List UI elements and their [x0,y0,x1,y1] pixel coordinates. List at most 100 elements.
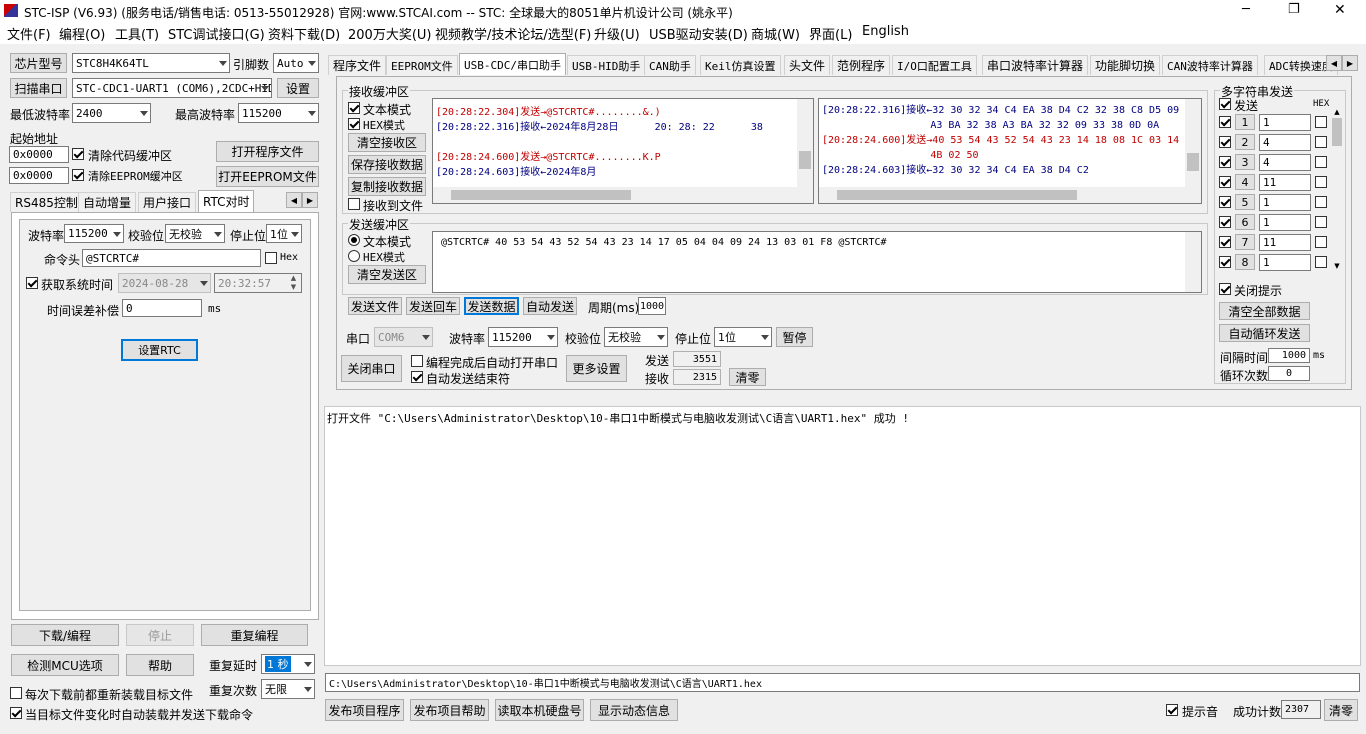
repeat-program-button[interactable]: 重复编程 [201,624,308,646]
close-tip-checkbox[interactable] [1219,283,1231,295]
multi-row-input[interactable]: 1 [1259,214,1311,231]
open-program-file-button[interactable]: 打开程序文件 [216,141,319,162]
multi-row-input[interactable]: 11 [1259,174,1311,191]
pin-count-select[interactable]: Auto [273,53,319,73]
auto-loop-send-button[interactable]: 自动循环发送 [1219,324,1310,342]
tab-header-file[interactable]: 头文件 [784,55,831,75]
menu-video[interactable]: 视频教学/技术论坛/选型(F) [435,24,591,43]
log-area[interactable]: 打开文件 "C:\Users\Administrator\Desktop\10-… [324,406,1361,666]
pause-button[interactable]: 暂停 [776,327,813,347]
send-text-mode-radio[interactable] [348,234,360,246]
multi-row-send-button[interactable]: 3 [1235,154,1255,170]
menu-ui[interactable]: 界面(L) [809,24,852,43]
publish-help-button[interactable]: 发布项目帮助 [410,699,489,721]
main-tab-scroll-right-icon[interactable]: ▶ [1342,55,1358,71]
tab-keil[interactable]: Keil仿真设置 [700,55,781,75]
receive-to-file-checkbox[interactable] [348,198,360,210]
period-input[interactable]: 1000 [638,297,666,315]
multi-row-send-checkbox[interactable] [1219,136,1231,148]
tab-scroll-left-icon[interactable]: ◀ [286,192,302,208]
show-dynamic-info-button[interactable]: 显示动态信息 [590,699,678,721]
receive-text-scrollbar[interactable] [797,99,813,203]
multi-row-send-checkbox[interactable] [1219,176,1231,188]
time-compensation-input[interactable]: 0 [122,299,202,317]
auto-end-char-checkbox[interactable] [411,371,423,383]
multi-scroll-down-icon[interactable]: ▼ [1331,262,1343,270]
scan-port-button[interactable]: 扫描串口 [10,78,67,98]
auto-send-button[interactable]: 自动发送 [523,297,577,315]
receive-hex-scrollbar[interactable] [1185,99,1201,203]
tab-eeprom-file[interactable]: EEPROM文件 [386,55,458,75]
clear-receive-button[interactable]: 清空接收区 [348,133,426,152]
tab-rtc[interactable]: RTC对时 [198,190,255,212]
clear-count-button[interactable]: 清零 [729,368,766,386]
tab-pin-switch[interactable]: 功能脚切换 [1090,55,1161,75]
recv-hex-mode-checkbox[interactable] [348,118,360,130]
main-tab-scroll-left-icon[interactable]: ◀ [1326,55,1342,71]
publish-program-button[interactable]: 发布项目程序 [325,699,404,721]
set-rtc-button[interactable]: 设置RTC [121,339,198,361]
multi-row-input[interactable]: 1 [1259,114,1311,131]
close-icon[interactable]: ✕ [1334,2,1346,18]
save-receive-button[interactable]: 保存接收数据 [348,155,426,174]
minimize-icon[interactable]: ─ [1242,2,1250,17]
send-text-scrollbar[interactable] [1185,232,1201,292]
multi-row-send-button[interactable]: 5 [1235,194,1255,210]
max-baud-select[interactable]: 115200 [238,103,319,123]
tab-user-interface[interactable]: 用户接口 [138,192,197,212]
multi-scroll-thumb[interactable] [1332,118,1342,146]
multi-row-hex-checkbox[interactable] [1315,236,1327,248]
recv-text-mode-checkbox[interactable] [348,102,360,114]
menu-usb-driver[interactable]: USB驱动安装(D) [649,24,748,43]
multi-row-hex-checkbox[interactable] [1315,136,1327,148]
multi-row-input[interactable]: 1 [1259,254,1311,271]
open-eeprom-file-button[interactable]: 打开EEPROM文件 [216,166,319,187]
rtc-baud-select[interactable]: 115200 [64,224,124,243]
receive-hex-area[interactable]: [20:28:22.316]接收←32 30 32 34 C4 EA 38 D4… [818,98,1202,204]
clear-code-checkbox[interactable] [72,148,84,160]
multi-row-hex-checkbox[interactable] [1315,256,1327,268]
maximize-icon[interactable]: ❐ [1288,2,1300,17]
multi-row-send-button[interactable]: 1 [1235,114,1255,130]
send-file-button[interactable]: 发送文件 [348,297,402,315]
tab-can[interactable]: CAN助手 [644,55,696,75]
menu-upgrade[interactable]: 升级(U) [594,24,640,43]
tab-usb-cdc[interactable]: USB-CDC/串口助手 [459,53,566,75]
multi-row-send-button[interactable]: 4 [1235,174,1255,190]
multi-row-send-button[interactable]: 6 [1235,214,1255,230]
tab-can-baud[interactable]: CAN波特率计算器 [1162,55,1258,75]
loop-count-input[interactable]: 0 [1268,366,1310,381]
multi-row-hex-checkbox[interactable] [1315,116,1327,128]
tab-io-config[interactable]: I/O口配置工具 [892,55,977,75]
menu-file[interactable]: 文件(F) [7,24,51,43]
chip-type-select[interactable]: STC8H4K64TL [72,53,230,73]
receive-text-area[interactable]: [20:28:22.304]发送→@STCRTC#........&.) [20… [432,98,814,204]
multi-row-send-checkbox[interactable] [1219,216,1231,228]
rtc-cmd-input[interactable]: @STCRTC# [82,249,261,267]
menu-prize[interactable]: 200万大奖(U) [348,24,431,43]
time-spin-icon[interactable]: ▲ ▼ [286,274,301,292]
close-serial-button[interactable]: 关闭串口 [341,355,402,382]
multi-row-send-checkbox[interactable] [1219,196,1231,208]
clear-send-button[interactable]: 清空发送区 [348,265,426,284]
multi-row-input[interactable]: 4 [1259,154,1311,171]
menu-debug[interactable]: STC调试接口(G) [168,24,265,43]
serial-stop-select[interactable]: 1位 [714,327,772,347]
sound-tip-checkbox[interactable] [1166,704,1178,716]
read-disk-id-button[interactable]: 读取本机硬盘号 [495,699,584,721]
multi-row-hex-checkbox[interactable] [1315,156,1327,168]
auto-open-serial-checkbox[interactable] [411,355,423,367]
tab-program-file[interactable]: 程序文件 [328,55,387,75]
receive-text-hscrollbar[interactable] [433,187,797,203]
menu-english[interactable]: English [862,24,909,39]
reload-before-download-checkbox[interactable] [10,687,22,699]
tab-examples[interactable]: 范例程序 [832,55,891,75]
multi-row-send-button[interactable]: 8 [1235,254,1255,270]
port-settings-button[interactable]: 设置 [277,78,319,98]
multi-row-input[interactable]: 4 [1259,134,1311,151]
serial-parity-select[interactable]: 无校验 [604,327,668,347]
download-program-button[interactable]: 下载/编程 [11,624,119,646]
menu-tools[interactable]: 工具(T) [115,24,159,43]
file-path-display[interactable]: C:\Users\Administrator\Desktop\10-串口1中断模… [325,673,1360,692]
clear-all-data-button[interactable]: 清空全部数据 [1219,302,1310,320]
